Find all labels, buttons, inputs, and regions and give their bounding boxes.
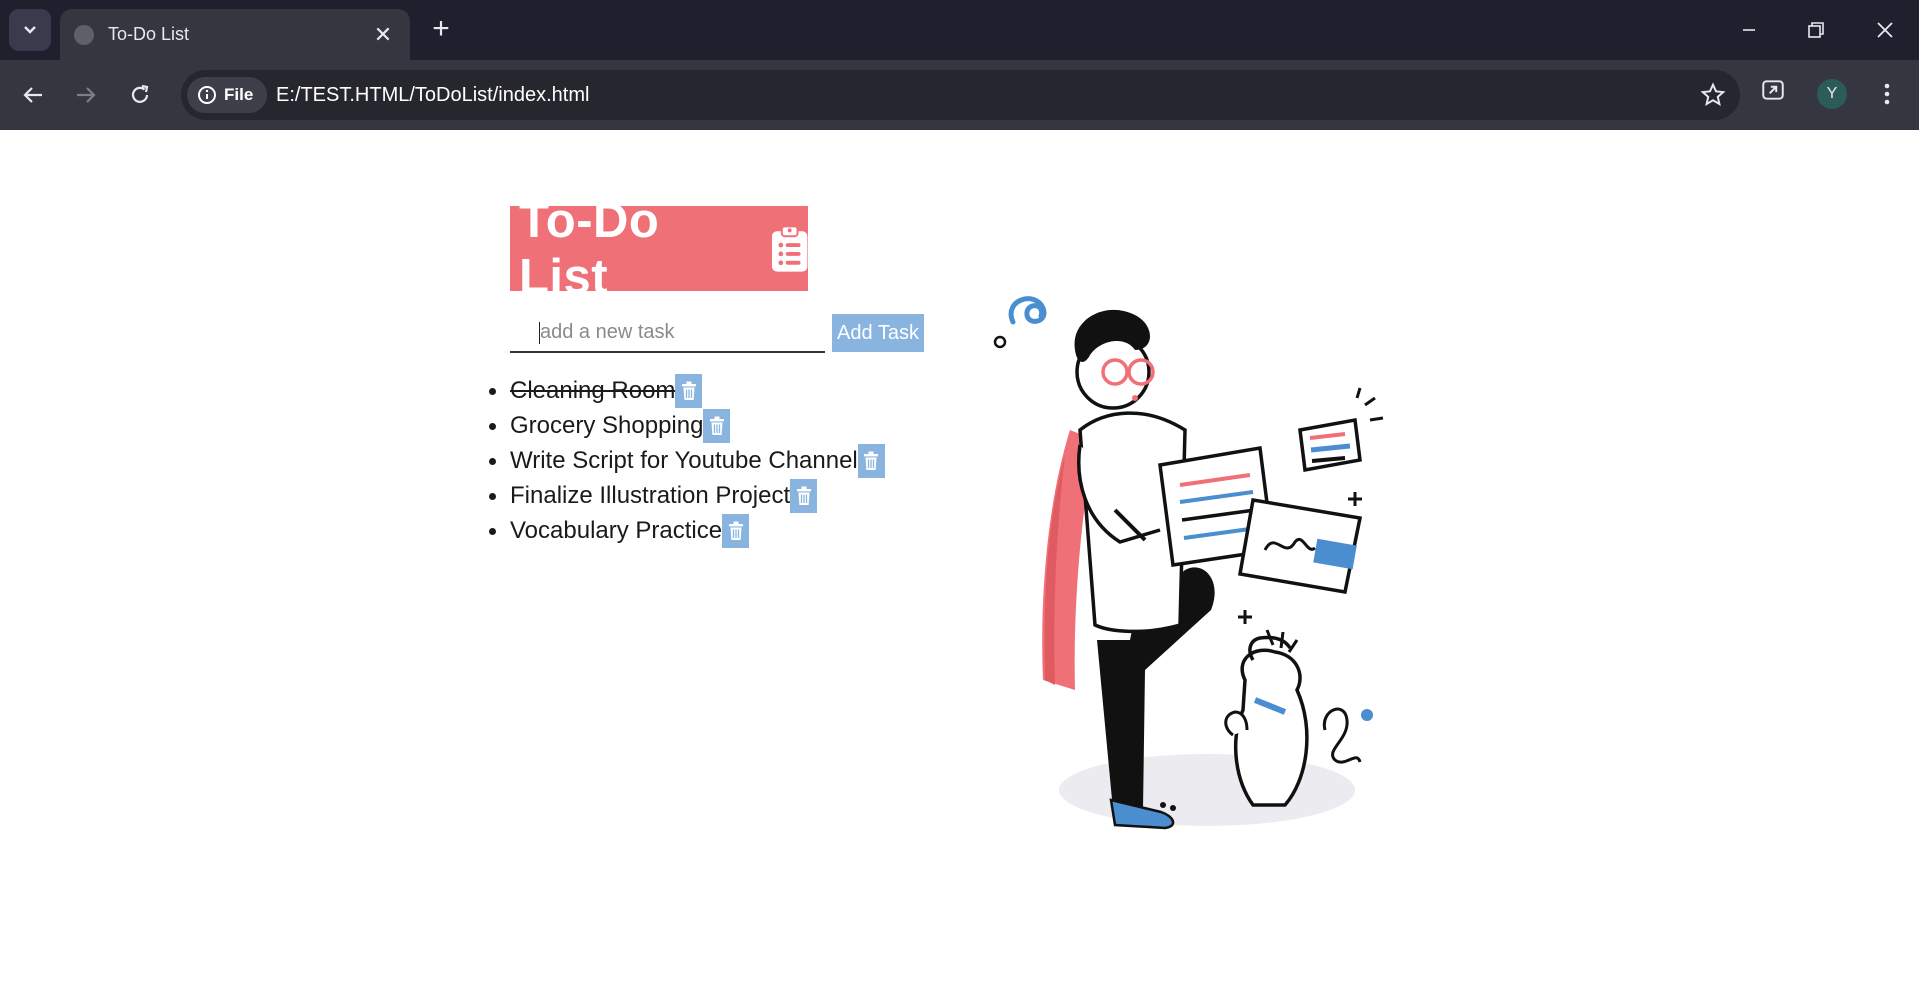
task-item[interactable]: Grocery Shopping (489, 408, 885, 443)
task-text[interactable]: Vocabulary Practice (510, 517, 722, 545)
close-icon (1877, 22, 1893, 38)
minimize-button[interactable] (1727, 12, 1771, 48)
page-viewport: To-Do List Add Task Cleaning Room Grocer… (0, 130, 1919, 1001)
close-tab-icon[interactable]: ✕ (370, 22, 396, 48)
browser-toolbar: File E:/TEST.HTML/ToDoList/index.html (0, 60, 1919, 130)
reload-icon (131, 84, 149, 103)
trash-icon (796, 486, 811, 505)
person-with-dog-illustration (993, 296, 1384, 830)
tab-title: To-Do List (108, 24, 190, 44)
delete-task-button[interactable] (703, 408, 731, 443)
list-bullet (489, 493, 496, 500)
trash-icon (709, 416, 724, 435)
task-item[interactable]: Cleaning Room (489, 373, 885, 408)
task-text[interactable]: Write Script for Youtube Channel (510, 447, 858, 475)
more-menu-icon[interactable] (1877, 78, 1897, 110)
trash-icon (864, 451, 879, 470)
site-info-chip[interactable]: File (187, 77, 267, 113)
back-button[interactable] (15, 77, 51, 113)
info-icon (198, 86, 216, 104)
todo-heading: To-Do List (510, 194, 808, 304)
forward-button[interactable] (68, 77, 104, 113)
extension-icon[interactable] (1760, 77, 1786, 103)
trash-icon (681, 381, 696, 400)
browser-tab[interactable]: To-Do List ✕ (60, 9, 410, 60)
star-icon[interactable] (1700, 82, 1726, 108)
trash-icon (728, 521, 743, 540)
task-item[interactable]: Vocabulary Practice (489, 513, 885, 548)
task-item[interactable]: Write Script for Youtube Channel (489, 443, 885, 478)
delete-task-button[interactable] (675, 373, 703, 408)
url-text[interactable]: E:/TEST.HTML/ToDoList/index.html (276, 84, 589, 107)
chip-label: File (224, 85, 254, 104)
new-tab-button[interactable]: + (424, 14, 458, 48)
task-text[interactable]: Grocery Shopping (510, 412, 703, 440)
minimize-icon (1743, 29, 1755, 31)
add-task-button[interactable]: Add Task (832, 314, 924, 352)
task-text[interactable]: Finalize Illustration Project (510, 482, 790, 510)
delete-task-button[interactable] (857, 443, 885, 478)
reload-button[interactable] (122, 77, 158, 113)
heading-text: To-Do List (519, 193, 660, 304)
list-bullet (489, 528, 496, 535)
delete-task-button[interactable] (722, 513, 750, 548)
browser-tab-bar: To-Do List ✕ + (0, 0, 1919, 60)
profile-avatar[interactable]: Y (1817, 79, 1847, 109)
task-item[interactable]: Finalize Illustration Project (489, 478, 885, 513)
list-bullet (489, 458, 496, 465)
restore-icon (1808, 22, 1824, 38)
chevron-down-icon (24, 26, 36, 34)
clipboard-list-icon (771, 224, 808, 272)
tab-search-button[interactable] (9, 9, 51, 51)
list-bullet (489, 388, 496, 395)
delete-task-button[interactable] (790, 478, 818, 513)
list-bullet (489, 423, 496, 430)
close-window-button[interactable] (1863, 12, 1907, 48)
task-text[interactable]: Cleaning Room (510, 377, 675, 405)
arrow-left-icon (23, 87, 42, 103)
task-list: Cleaning Room Grocery Shopping Write Scr… (489, 373, 885, 548)
text-caret (539, 322, 540, 344)
new-task-input[interactable] (510, 314, 825, 353)
arrow-right-icon (77, 87, 96, 103)
restore-button[interactable] (1794, 12, 1838, 48)
address-bar[interactable]: File E:/TEST.HTML/ToDoList/index.html (181, 70, 1740, 120)
globe-icon (74, 24, 94, 45)
